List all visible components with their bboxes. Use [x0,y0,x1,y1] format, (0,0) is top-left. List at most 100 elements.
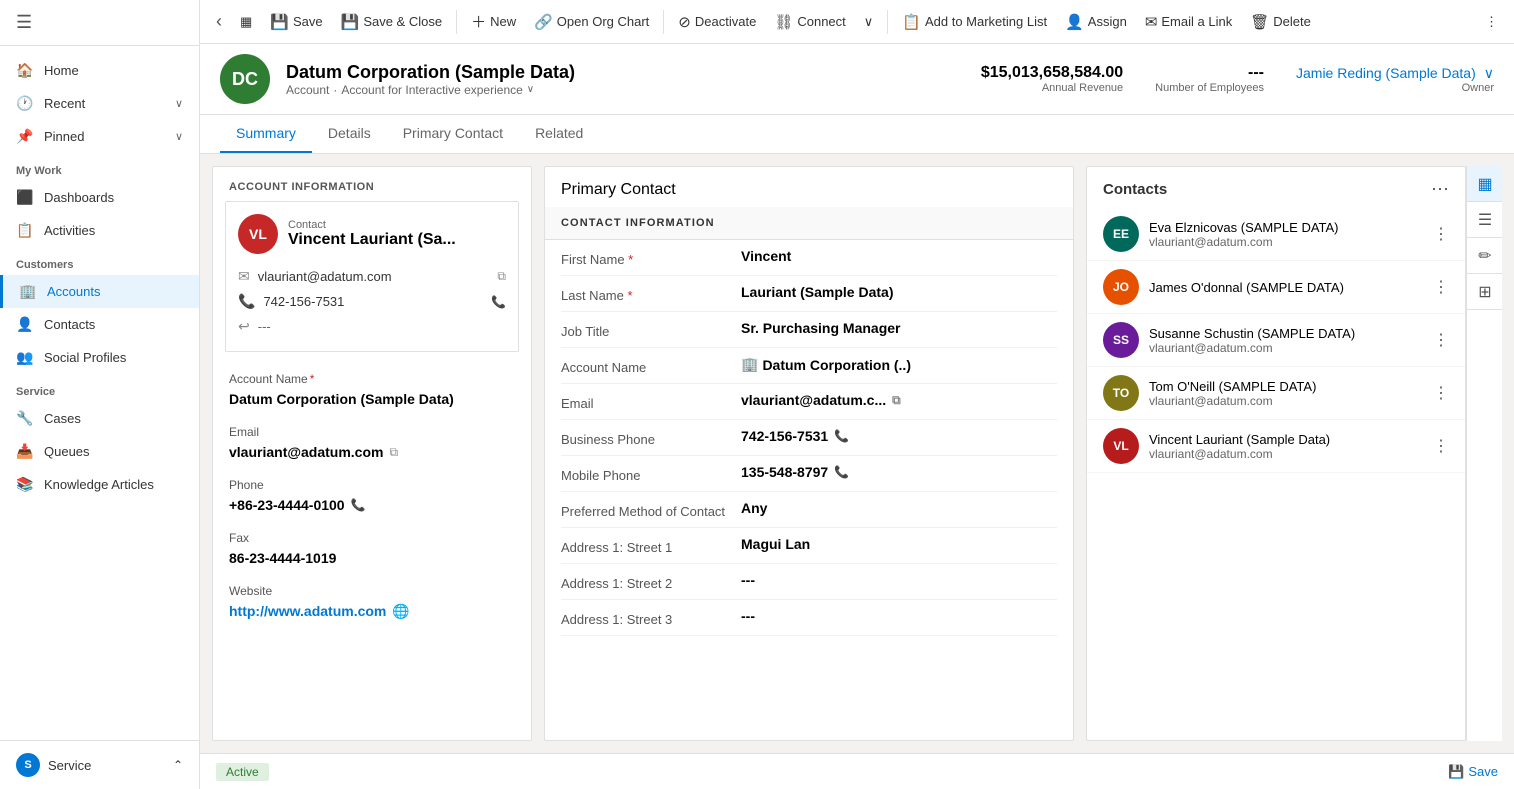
website-value[interactable]: http://www.adatum.com [229,601,386,621]
panel-icon-list[interactable]: ☰ [1467,202,1502,238]
email-value[interactable]: vlauriant@adatum.com [229,442,383,462]
sidebar-item-contacts[interactable]: 👤 Contacts [0,308,199,341]
contact-jo-more-button[interactable]: ⋮ [1433,277,1449,297]
bottom-save-button[interactable]: 💾 Save [1448,764,1498,780]
owner-link[interactable]: Jamie Reding (Sample Data) [1296,65,1476,81]
tab-summary[interactable]: Summary [220,115,312,153]
address1-street1-value[interactable]: Magui Lan [741,536,1057,552]
save-button[interactable]: 💾 Save [262,8,330,36]
sidebar-item-label: Pinned [44,129,84,144]
queues-icon: 📥 [16,443,34,460]
marketing-icon: 📋 [902,13,921,31]
email-link-button[interactable]: ✉ Email a Link [1137,8,1240,36]
deactivate-button[interactable]: ⊘ Deactivate [670,8,764,36]
first-name-value[interactable]: Vincent [741,248,1057,264]
account-name-field-value[interactable]: 🏢 Datum Corporation (..) [741,356,1057,373]
sidebar-bottom[interactable]: S Service ⌃ [0,740,199,789]
subtitle-chevron-icon[interactable]: ∨ [527,84,534,95]
owner-label: Owner [1296,82,1494,94]
panel-icon-table[interactable]: ⊞ [1467,274,1502,310]
extra-icon: ↩ [238,318,250,335]
tab-primary-contact[interactable]: Primary Contact [387,115,519,153]
sidebar-item-label: Knowledge Articles [44,477,154,492]
contact-to-name[interactable]: Tom O'Neill (SAMPLE DATA) [1149,379,1423,394]
address1-street2-value[interactable]: --- [741,572,1057,588]
phone-call-icon[interactable]: 📞 [834,429,849,443]
copy-icon[interactable]: ⧉ [497,269,506,284]
tab-related[interactable]: Related [519,115,599,153]
new-button[interactable]: ＋ New [463,6,524,37]
email-copy-icon[interactable]: ⧉ [892,393,901,408]
email-field-value[interactable]: vlauriant@adatum.c... ⧉ [741,392,1057,408]
address1-street3-value[interactable]: --- [741,608,1057,624]
layout-icon-button[interactable]: ▦ [232,9,260,35]
phone-field: Phone +86-23-4444-0100 📞 [213,470,531,523]
phone-call-icon[interactable]: 📞 [351,498,366,512]
last-name-value[interactable]: Lauriant (Sample Data) [741,284,1057,300]
delete-button[interactable]: 🗑 Delete [1242,8,1319,36]
annual-revenue-stat: $15,013,658,584.00 Annual Revenue [981,64,1123,94]
phone-value[interactable]: +86-23-4444-0100 [229,495,345,515]
contact-jo-name[interactable]: James O'donnal (SAMPLE DATA) [1149,280,1423,295]
org-chart-button[interactable]: 🔗 Open Org Chart [526,8,657,36]
sidebar-item-label: Contacts [44,317,95,332]
contact-email-row: ✉ vlauriant@adatum.com ⧉ [238,264,506,289]
fax-value[interactable]: 86-23-4444-1019 [229,548,515,568]
contact-vl-name[interactable]: Vincent Lauriant (Sample Data) [1149,432,1423,447]
preferred-method-value[interactable]: Any [741,500,1057,516]
sidebar-item-recent[interactable]: 🕐 Recent ∨ [0,87,199,120]
contact-ee-avatar: EE [1103,216,1139,252]
contact-ss-email: vlauriant@adatum.com [1149,341,1423,355]
hamburger-menu-icon[interactable]: ☰ [16,12,32,32]
activities-icon: 📋 [16,222,34,239]
back-button[interactable]: ‹ [208,6,230,37]
home-icon: 🏠 [16,62,34,79]
business-phone-value[interactable]: 742-156-7531 📞 [741,428,1057,444]
connect-button[interactable]: ⛓ Connect [766,8,853,36]
tabs-bar: Summary Details Primary Contact Related [200,115,1514,154]
save-close-button[interactable]: 💾 Save & Close [333,8,450,36]
sidebar-item-accounts[interactable]: 🏢 Accounts [0,275,199,308]
contact-ee-more-button[interactable]: ⋮ [1433,224,1449,244]
sidebar-item-social-profiles[interactable]: 👥 Social Profiles [0,341,199,374]
contact-to-more-button[interactable]: ⋮ [1433,383,1449,403]
panel-icon-grid[interactable]: ▦ [1467,166,1502,202]
sidebar-item-queues[interactable]: 📥 Queues [0,435,199,468]
contact-block: VL Contact Vincent Lauriant (Sa... ✉ vla… [225,201,519,352]
account-name-value[interactable]: Datum Corporation (Sample Data) [229,389,515,409]
connect-chevron-button[interactable]: ∨ [856,9,882,35]
contact-name[interactable]: Vincent Lauriant (Sa... [288,231,456,249]
deactivate-icon: ⊘ [678,13,691,31]
tab-details[interactable]: Details [312,115,387,153]
contact-ss-name[interactable]: Susanne Schustin (SAMPLE DATA) [1149,326,1423,341]
job-title-value[interactable]: Sr. Purchasing Manager [741,320,1057,336]
more-options-button[interactable]: ⋮ [1477,9,1506,35]
account-info-card: ACCOUNT INFORMATION VL Contact Vincent L… [212,166,532,741]
email-copy-icon[interactable]: ⧉ [389,445,398,460]
marketing-list-button[interactable]: 📋 Add to Marketing List [894,8,1055,36]
email-label: Email [561,392,741,411]
owner-chevron-icon[interactable]: ∨ [1484,65,1494,82]
service-section-label: Service [0,374,199,402]
business-phone-label: Business Phone [561,428,741,447]
contact-to-email: vlauriant@adatum.com [1149,394,1423,408]
sidebar-item-knowledge-articles[interactable]: 📚 Knowledge Articles [0,468,199,501]
contact-ss-more-button[interactable]: ⋮ [1433,330,1449,350]
contact-ee-email: vlauriant@adatum.com [1149,235,1423,249]
expand-icon[interactable]: ⌃ [173,758,183,772]
sidebar-item-cases[interactable]: 🔧 Cases [0,402,199,435]
assign-button[interactable]: 👤 Assign [1057,8,1135,36]
contact-vl-more-button[interactable]: ⋮ [1433,436,1449,456]
mobile-call-icon[interactable]: 📞 [834,465,849,479]
sidebar-item-dashboards[interactable]: ⬛ Dashboards [0,181,199,214]
contacts-more-button[interactable]: ⋯ [1431,179,1449,200]
contact-phone: 742-156-7531 [263,294,344,309]
panel-icon-edit[interactable]: ✏ [1467,238,1502,274]
contact-ee-name[interactable]: Eva Elznicovas (SAMPLE DATA) [1149,220,1423,235]
sidebar-item-activities[interactable]: 📋 Activities [0,214,199,247]
call-icon[interactable]: 📞 [491,295,506,309]
sidebar-item-pinned[interactable]: 📌 Pinned ∨ [0,120,199,153]
mobile-phone-value[interactable]: 135-548-8797 📞 [741,464,1057,480]
fax-label: Fax [229,531,515,545]
sidebar-item-home[interactable]: 🏠 Home [0,54,199,87]
